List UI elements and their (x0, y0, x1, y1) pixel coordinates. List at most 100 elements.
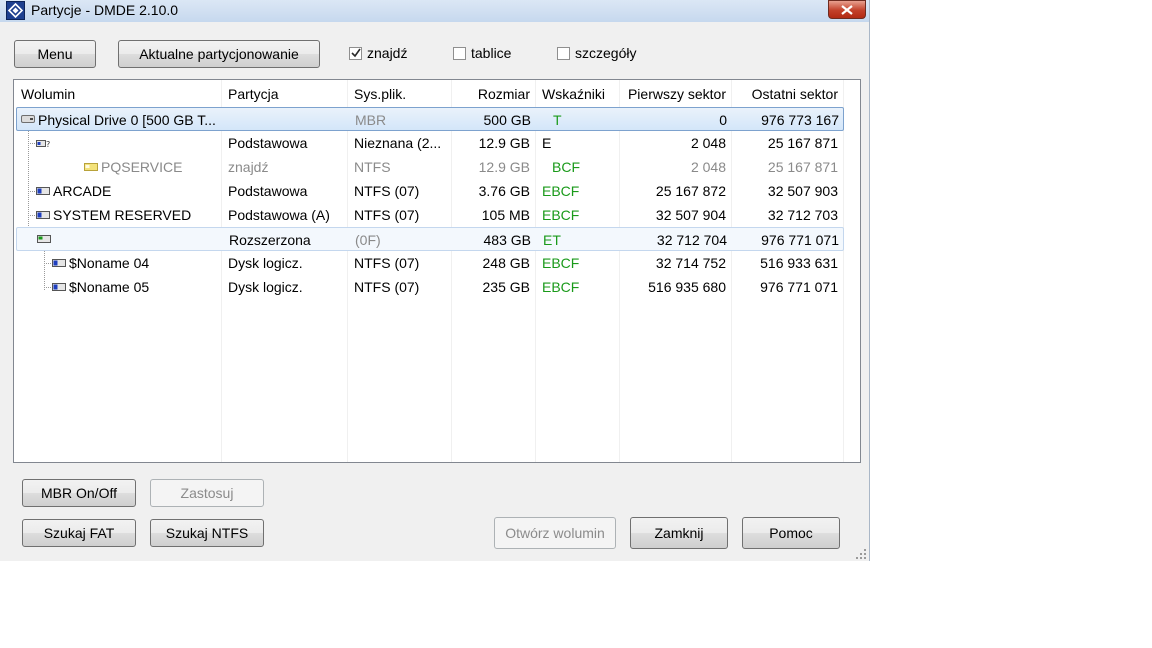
cell-filesystem: MBR (355, 112, 387, 128)
cell-last-sector: 25 167 871 (767, 135, 838, 151)
title-bar[interactable]: Partycje - DMDE 2.10.0 (0, 0, 869, 22)
table-row[interactable]: SYSTEM RESERVED Podstawowa (A) NTFS (07)… (14, 203, 860, 227)
cell-filesystem: Nieznana (2... (354, 135, 442, 151)
cell-flags: EBCF (542, 207, 580, 223)
current-partitioning-button[interactable]: Aktualne partycjonowanie (118, 40, 320, 68)
cell-filesystem: NTFS (07) (354, 255, 420, 271)
mbr-onoff-button[interactable]: MBR On/Off (22, 479, 136, 507)
search-fat-button[interactable]: Szukaj FAT (22, 519, 136, 547)
cell-first-sector: 2 048 (690, 135, 726, 151)
column-header-flags[interactable]: Wskaźniki (542, 80, 605, 104)
cell-first-sector: 32 712 704 (656, 232, 727, 248)
partition-icon (52, 259, 66, 267)
column-header-volume[interactable]: Wolumin (21, 80, 75, 104)
cell-flags: E (542, 135, 552, 151)
checkbox-box[interactable] (453, 46, 466, 60)
close-button[interactable]: Zamknij (630, 517, 728, 549)
column-header-partition[interactable]: Partycja (228, 80, 279, 104)
cell-last-sector: 32 712 703 (767, 207, 838, 223)
details-checkbox[interactable]: szczegóły (557, 45, 636, 61)
cell-partition: Podstawowa (A) (228, 207, 330, 223)
cell-partition: znajdź (228, 159, 269, 175)
help-button[interactable]: Pomoc (742, 517, 840, 549)
cell-partition: Podstawowa (228, 135, 308, 151)
cell-size: 483 GB (483, 232, 531, 248)
cell-volume: ARCADE (53, 183, 112, 199)
cell-flags: EBCF (542, 255, 580, 271)
table-row[interactable]: $Noname 04 Dysk logicz. NTFS (07) 248 GB… (14, 251, 860, 275)
column-header-last-sector[interactable]: Ostatni sektor (732, 80, 838, 104)
cell-last-sector: 976 771 071 (761, 232, 839, 248)
table-row[interactable]: ? Podstawowa Nieznana (2... 12.9 GB E 2 … (14, 131, 860, 155)
checkbox-box[interactable] (557, 46, 570, 60)
cell-size: 105 MB (481, 207, 530, 223)
cell-partition: Dysk logicz. (228, 255, 303, 271)
search-ntfs-button[interactable]: Szukaj NTFS (150, 519, 264, 547)
column-header-first-sector[interactable]: Pierwszy sektor (620, 80, 726, 104)
table-row[interactable]: Physical Drive 0 [500 GB T... MBR 500 GB… (16, 107, 844, 131)
cell-flags: T (553, 112, 562, 128)
dmde-app-icon (6, 1, 25, 20)
svg-text:?: ? (46, 140, 50, 147)
table-row[interactable]: PQSERVICE znajdź NTFS 12.9 GB BCF 2 048 … (14, 155, 860, 179)
cell-first-sector: 516 935 680 (648, 279, 726, 295)
cell-last-sector: 25 167 871 (767, 159, 838, 175)
table-row[interactable]: Rozszerzona (0F) 483 GB ET 32 712 704 97… (16, 227, 844, 251)
checkmark-icon (350, 48, 361, 58)
cell-partition: Rozszerzona (229, 232, 311, 248)
cell-last-sector: 976 771 071 (760, 279, 838, 295)
cell-filesystem: NTFS (07) (354, 207, 420, 223)
window-close-button[interactable] (828, 0, 866, 19)
partitions-window: Partycje - DMDE 2.10.0 Menu Aktualne par… (0, 0, 870, 561)
open-volume-button[interactable]: Otwórz wolumin (494, 517, 616, 549)
partition-list[interactable]: Wolumin Partycja Sys.plik. Rozmiar Wskaź… (13, 79, 861, 463)
cell-volume: $Noname 04 (69, 255, 150, 271)
tables-checkbox-label: tablice (471, 45, 512, 61)
cell-first-sector: 0 (719, 112, 727, 128)
found-volume-icon (84, 163, 98, 171)
cell-last-sector: 32 507 903 (767, 183, 838, 199)
cell-partition: Dysk logicz. (228, 279, 303, 295)
cell-flags: EBCF (542, 279, 580, 295)
resize-grip-icon[interactable] (855, 548, 867, 560)
unknown-partition-icon: ? (36, 140, 50, 147)
window-title: Partycje - DMDE 2.10.0 (31, 2, 179, 18)
cell-last-sector: 976 773 167 (761, 112, 839, 128)
tables-checkbox[interactable]: tablice (453, 45, 511, 61)
cell-size: 500 GB (483, 112, 531, 128)
partition-icon (36, 211, 50, 219)
find-checkbox-label: znajdź (367, 45, 408, 61)
cell-first-sector: 32 714 752 (655, 255, 726, 271)
physical-drive-icon (21, 115, 35, 123)
partition-icon (52, 283, 66, 291)
cell-size: 248 GB (482, 255, 530, 271)
cell-volume: PQSERVICE (101, 159, 183, 175)
cell-first-sector: 25 167 872 (655, 183, 726, 199)
find-checkbox[interactable]: znajdź (349, 45, 407, 61)
cell-size: 12.9 GB (478, 159, 530, 175)
cell-size: 3.76 GB (478, 183, 530, 199)
cell-size: 235 GB (482, 279, 530, 295)
table-row[interactable]: ARCADE Podstawowa NTFS (07) 3.76 GB EBCF… (14, 179, 860, 203)
cell-volume: SYSTEM RESERVED (53, 207, 192, 223)
cell-partition: Podstawowa (228, 183, 308, 199)
cell-first-sector: 32 507 904 (655, 207, 726, 223)
apply-button[interactable]: Zastosuj (150, 479, 264, 507)
checkbox-box[interactable] (349, 46, 362, 60)
column-header-filesystem[interactable]: Sys.plik. (354, 80, 406, 104)
cell-filesystem: (0F) (355, 232, 381, 248)
details-checkbox-label: szczegóły (575, 45, 637, 61)
column-header-size[interactable]: Rozmiar (452, 80, 530, 104)
cell-filesystem: NTFS (07) (354, 183, 420, 199)
cell-flags: EBCF (542, 183, 580, 199)
cell-filesystem: NTFS (354, 159, 391, 175)
menu-button[interactable]: Menu (14, 40, 96, 68)
table-row[interactable]: $Noname 05 Dysk logicz. NTFS (07) 235 GB… (14, 275, 860, 299)
cell-size: 12.9 GB (478, 135, 530, 151)
partition-icon (36, 187, 50, 195)
cell-flags: ET (543, 232, 561, 248)
extended-partition-icon (37, 235, 51, 243)
cell-volume: Physical Drive 0 [500 GB T... (38, 112, 216, 128)
close-icon (841, 4, 853, 15)
cell-filesystem: NTFS (07) (354, 279, 420, 295)
